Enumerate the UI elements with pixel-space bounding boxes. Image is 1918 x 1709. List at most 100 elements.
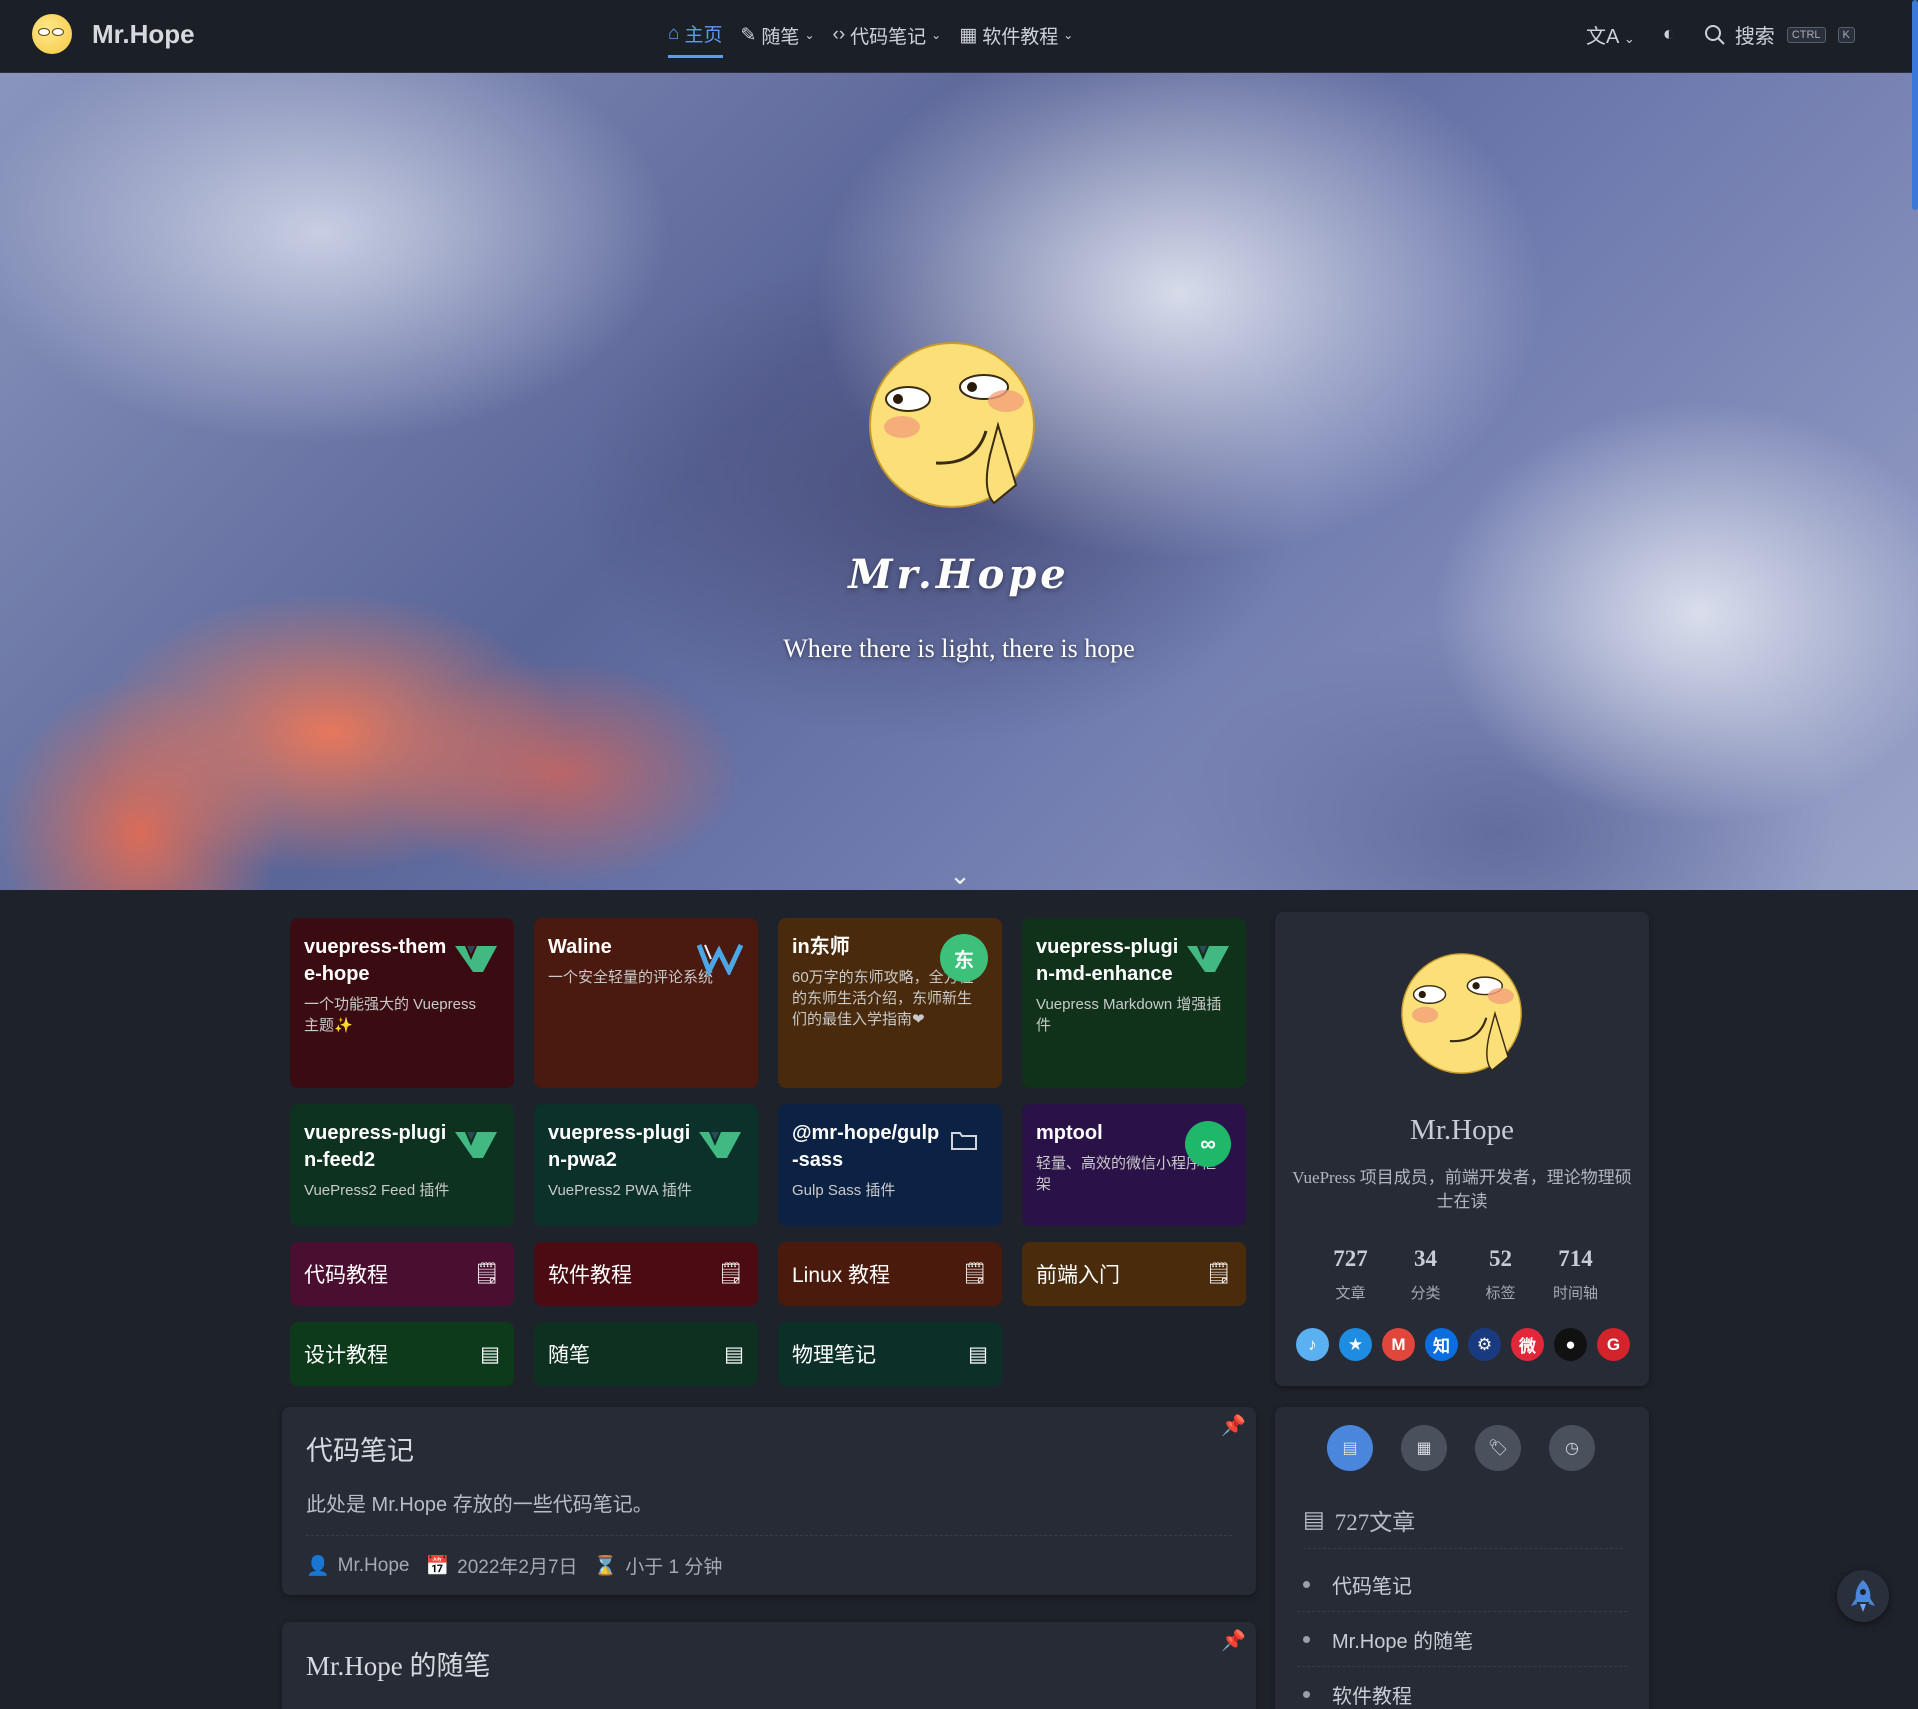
weibo-icon[interactable]: 微	[1511, 1328, 1544, 1361]
hero-avatar	[869, 342, 1035, 508]
folder-icon	[940, 1116, 988, 1164]
article-tab-icon[interactable]: ▤	[1327, 1425, 1373, 1471]
software-icon: ▦	[959, 24, 978, 46]
gmail-icon[interactable]: M	[1382, 1328, 1415, 1361]
code-icon: ‹›	[832, 24, 846, 45]
chevron-down-icon[interactable]: ⌄	[946, 862, 974, 888]
nav-notes-label: 随笔	[761, 26, 800, 48]
project-card[interactable]: vuepress-plugin-pwa2 VuePress2 PWA 插件	[534, 1104, 758, 1226]
chevron-down-icon: ⌄	[804, 28, 815, 42]
list-item[interactable]: 软件教程	[1297, 1667, 1627, 1709]
nav-right: 文A ⌄ ◐ 搜索 CTRL K	[1586, 20, 1855, 49]
article-card[interactable]: 📌 Mr.Hope 的随笔	[282, 1622, 1256, 1709]
waline-logo-icon	[696, 934, 744, 982]
category-tab-icon[interactable]: ▦	[1401, 1425, 1447, 1471]
reading-time: ⌛ 小于 1 分钟	[594, 1552, 723, 1579]
project-card[interactable]: in东师 60万字的东师攻略，全方位的东师生活介绍，东师新生们的最佳入学指南❤ …	[778, 918, 1002, 1088]
stat-tags[interactable]: 52 标签	[1463, 1246, 1538, 1303]
back-to-top-button[interactable]	[1837, 1570, 1889, 1622]
project-title: @mr-hope/gulp-sass	[792, 1122, 940, 1171]
project-card[interactable]: vuepress-plugin-md-enhance Vuepress Mark…	[1022, 918, 1246, 1088]
project-card[interactable]: Waline 一个安全轻量的评论系统	[534, 918, 758, 1088]
project-card[interactable]: @mr-hope/gulp-sass Gulp Sass 插件	[778, 1104, 1002, 1226]
stat-label: 标签	[1485, 1285, 1516, 1302]
vuepress-logo-icon	[452, 934, 500, 982]
book-icon: 🗒	[717, 1262, 744, 1285]
stat-num: 727	[1333, 1246, 1368, 1271]
qq-icon[interactable]: ♪	[1296, 1328, 1329, 1361]
rocket-icon	[1851, 1580, 1875, 1612]
stat-num: 52	[1489, 1246, 1512, 1271]
language-switch[interactable]: 文A ⌄	[1586, 20, 1635, 49]
article-group-card[interactable]: 随笔 ▤	[534, 1322, 758, 1386]
nav-notes[interactable]: ✎ 随笔 ⌄	[741, 20, 815, 58]
scrollbar[interactable]	[1912, 0, 1918, 210]
stat-timeline[interactable]: 714 时间轴	[1538, 1246, 1613, 1303]
pin-icon: 📌	[1221, 1630, 1246, 1652]
article-card[interactable]: 📌 代码笔记 此处是 Mr.Hope 存放的一些代码笔记。 👤 Mr.Hope 📅…	[282, 1407, 1256, 1595]
nav-software[interactable]: ▦ 软件教程 ⌄	[959, 20, 1073, 58]
nav-links: ⌂ 主页 ✎ 随笔 ⌄ ‹› 代码笔记 ⌄ ▦ 软件教程 ⌄	[668, 20, 1073, 58]
bullet	[1303, 1580, 1310, 1588]
project-title: Waline	[548, 936, 612, 958]
tag-tab-icon[interactable]: 🏷	[1475, 1425, 1521, 1471]
stat-articles[interactable]: 727 文章	[1313, 1246, 1388, 1303]
timeline-tab-icon[interactable]: ◷	[1549, 1425, 1595, 1471]
article-group-card[interactable]: 设计教程 ▤	[290, 1322, 514, 1386]
stat-label: 时间轴	[1552, 1285, 1598, 1302]
article-title[interactable]: 代码笔记	[306, 1429, 1232, 1468]
profile-desc: VuePress 项目成员，前端开发者，理论物理硕士在读	[1292, 1168, 1632, 1211]
list-item[interactable]: Mr.Hope 的随笔	[1297, 1612, 1627, 1667]
nav-home[interactable]: ⌂ 主页	[668, 20, 723, 58]
article-icon: ▤	[724, 1342, 744, 1366]
hero-title: Mr.Hope	[848, 551, 1070, 598]
stat-label: 文章	[1335, 1285, 1366, 1302]
user-icon: 👤	[306, 1555, 330, 1577]
project-desc: VuePress2 PWA 插件	[548, 1182, 692, 1199]
zhihu-icon[interactable]: 知	[1425, 1328, 1458, 1361]
stat-num: 34	[1414, 1246, 1437, 1271]
reading-time-text: 小于 1 分钟	[625, 1557, 723, 1578]
article-count-text: 727文章	[1334, 1510, 1416, 1535]
github-icon[interactable]: ●	[1554, 1328, 1587, 1361]
list-item-label: 软件教程	[1332, 1685, 1412, 1708]
project-title: vuepress-plugin-feed2	[304, 1122, 447, 1171]
steam-icon[interactable]: ⚙	[1468, 1328, 1501, 1361]
bullet	[1303, 1690, 1310, 1698]
author-name: Mr.Hope	[337, 1554, 410, 1576]
qzone-icon[interactable]: ★	[1339, 1328, 1372, 1361]
nav-code[interactable]: ‹› 代码笔记 ⌄	[833, 20, 942, 58]
project-card[interactable]: vuepress-theme-hope 一个功能强大的 Vuepress 主题✨	[290, 918, 514, 1088]
book-card[interactable]: Linux 教程 🗒	[778, 1242, 1002, 1306]
profile-stats: 727 文章 34 分类 52 标签 714 时间轴	[1313, 1246, 1613, 1303]
article-title[interactable]: Mr.Hope 的随笔	[306, 1644, 1232, 1683]
list-item-label: Mr.Hope 的随笔	[1332, 1630, 1474, 1653]
profile-name: Mr.Hope	[1410, 1114, 1514, 1146]
theme-toggle-icon[interactable]: ◐	[1663, 23, 1675, 46]
brand-name: Mr.Hope	[92, 18, 195, 49]
hero-tagline: Where there is light, there is hope	[783, 634, 1135, 663]
stat-categories[interactable]: 34 分类	[1388, 1246, 1463, 1303]
book-card[interactable]: 软件教程 🗒	[534, 1242, 758, 1306]
nav-code-label: 代码笔记	[850, 26, 927, 48]
gitee-icon[interactable]: G	[1597, 1328, 1630, 1361]
search-icon	[1704, 24, 1725, 45]
search-button[interactable]: 搜索 CTRL K	[1703, 20, 1855, 49]
project-card[interactable]: mptool 轻量、高效的微信小程序框架 ∞	[1022, 1104, 1246, 1226]
book-label: 物理笔记	[792, 1344, 876, 1367]
bullet	[1303, 1635, 1310, 1643]
article-group-card[interactable]: 物理笔记 ▤	[778, 1322, 1002, 1386]
book-card[interactable]: 前端入门 🗒	[1022, 1242, 1246, 1306]
vuepress-logo-icon	[452, 1120, 500, 1168]
book-card[interactable]: 代码教程 🗒	[290, 1242, 514, 1306]
list-item[interactable]: 代码笔记	[1297, 1557, 1627, 1612]
list-item-label: 代码笔记	[1332, 1575, 1412, 1598]
nav-software-label: 软件教程	[982, 26, 1059, 48]
kbd-ctrl: CTRL	[1786, 26, 1826, 43]
info-tabs: ▤ ▦ 🏷 ◷	[1327, 1425, 1595, 1471]
book-label: 软件教程	[548, 1264, 632, 1287]
project-title: vuepress-plugin-pwa2	[548, 1122, 691, 1171]
brand-link[interactable]: Mr.Hope	[32, 14, 195, 54]
blogger-info: Mr.Hope VuePress 项目成员，前端开发者，理论物理硕士在读 727…	[1275, 912, 1649, 1386]
project-card[interactable]: vuepress-plugin-feed2 VuePress2 Feed 插件	[290, 1104, 514, 1226]
